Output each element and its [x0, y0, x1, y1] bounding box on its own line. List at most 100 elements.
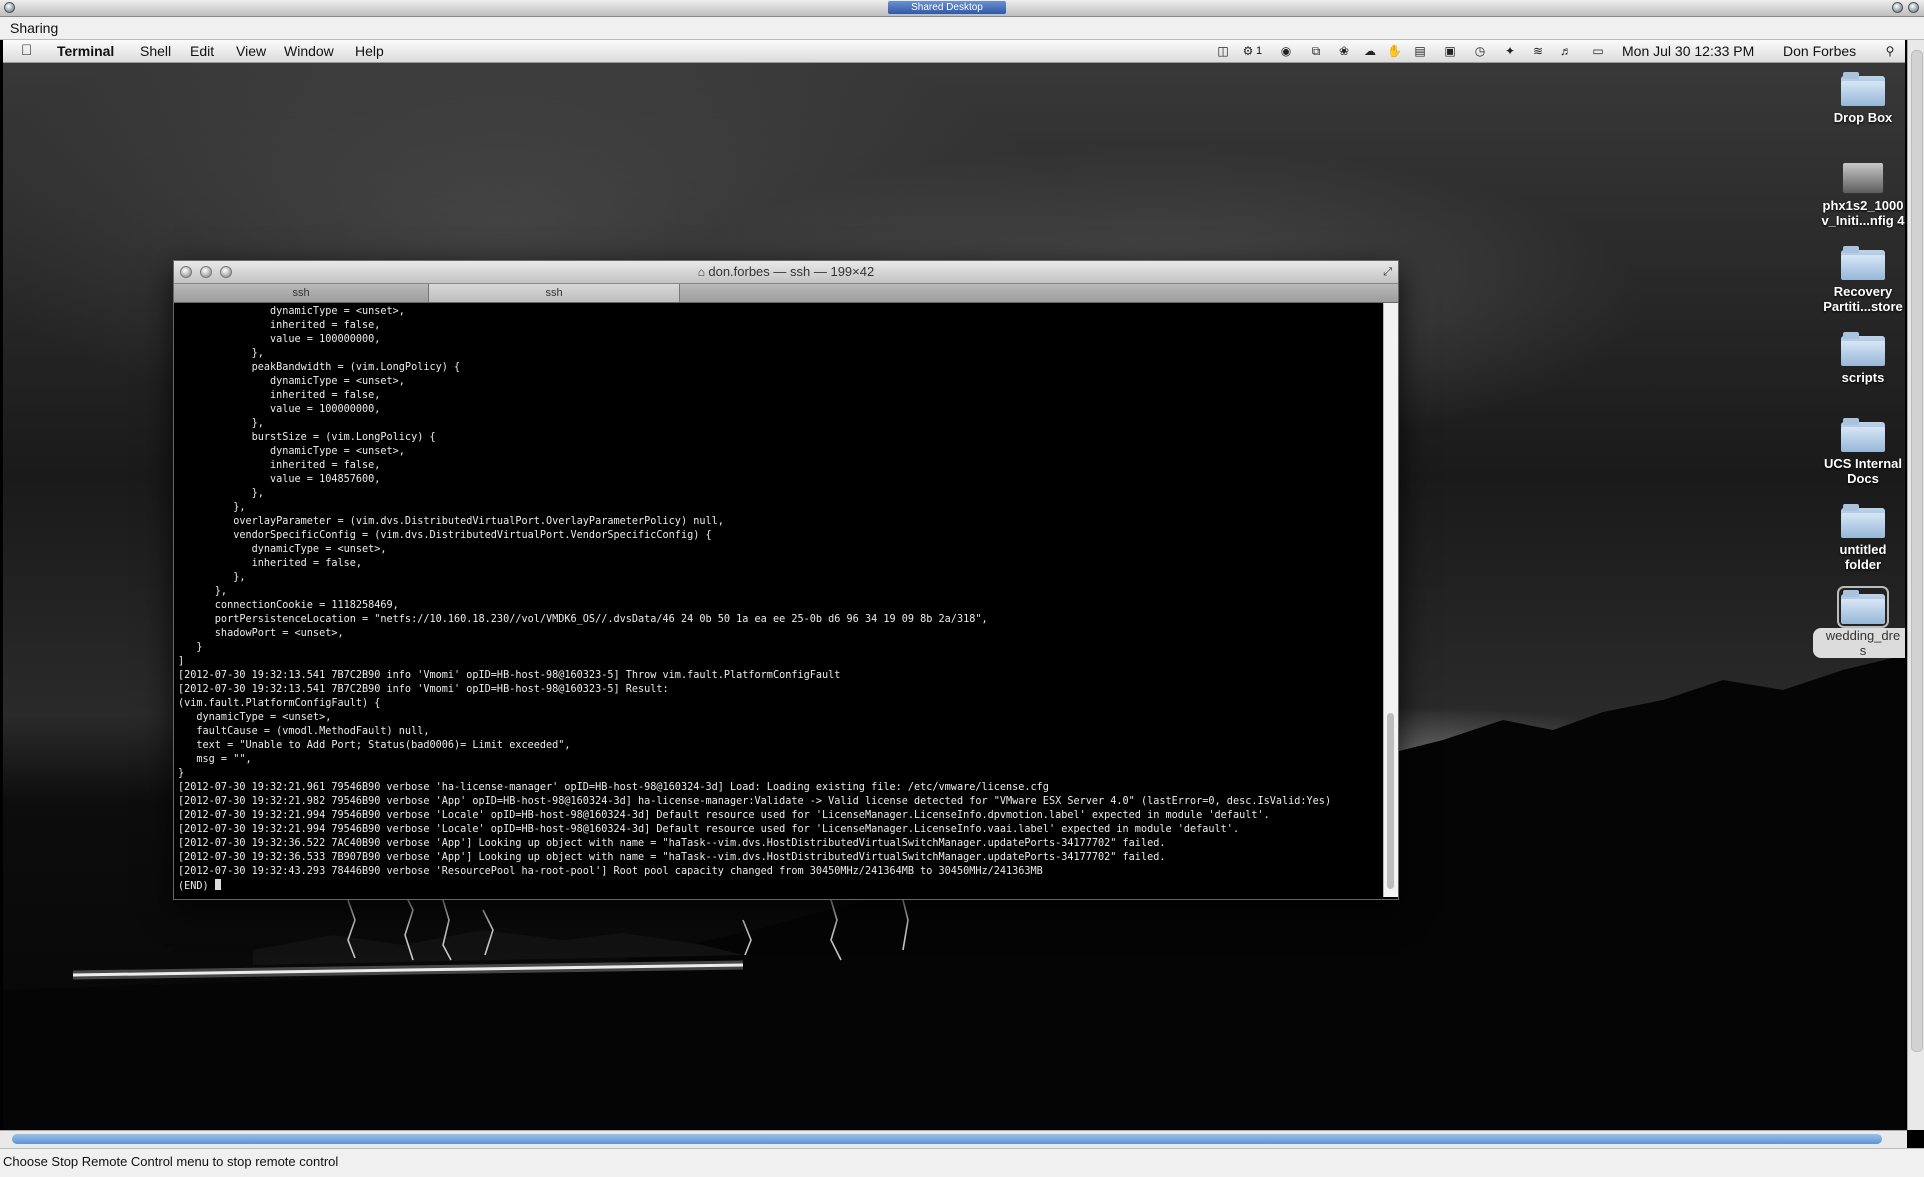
spotlight-search-icon[interactable]: ⚲	[1883, 44, 1897, 58]
terminal-line: inherited = false,	[178, 390, 381, 401]
terminal-line: dynamicType = <unset>,	[178, 712, 332, 723]
terminal-line: dynamicType = <unset>,	[178, 544, 387, 555]
status-bar: Choose Stop Remote Control menu to stop …	[0, 1148, 1924, 1177]
scroll-thumb[interactable]	[1911, 50, 1923, 1052]
desktop-item-label: phx1s2_1000 v_Initi...nfig 4	[1821, 198, 1905, 228]
terminal-line: overlayParameter = (vim.dvs.DistributedV…	[178, 516, 724, 527]
circle-icon[interactable]: ◉	[1279, 44, 1293, 58]
tab-ssh-2[interactable]: ssh	[429, 284, 680, 302]
desktop-item-ucs-docs[interactable]: UCS Internal Docs	[1813, 418, 1905, 486]
viewer-menu-bar: Sharing	[0, 17, 1924, 40]
cloud-icon[interactable]: ☁	[1363, 44, 1377, 58]
folder-icon	[1841, 418, 1885, 452]
menu-view[interactable]: View	[236, 40, 266, 62]
viewer-horizontal-scrollbar[interactable]	[0, 1130, 1907, 1148]
terminal-line: },	[178, 586, 228, 597]
terminal-line: (vim.fault.PlatformConfigFault) {	[178, 698, 381, 709]
desktop-item-recovery[interactable]: Recovery Partiti...store	[1813, 246, 1905, 314]
terminal-line: burstSize = (vim.LongPolicy) {	[178, 432, 436, 443]
menu-app-name[interactable]: Terminal	[57, 40, 114, 62]
terminal-line: }	[178, 768, 185, 779]
terminal-line: vendorSpecificConfig = (vim.dvs.Distribu…	[178, 530, 712, 541]
desktop-item-wedding[interactable]: wedding_dre s	[1813, 586, 1905, 658]
screen-icon[interactable]: ⧉	[1309, 44, 1323, 58]
viewer-vertical-scrollbar[interactable]	[1907, 40, 1924, 1130]
terminal-line: dynamicType = <unset>,	[178, 376, 405, 387]
terminal-line: dynamicType = <unset>,	[178, 446, 405, 457]
minimize-button[interactable]	[200, 266, 212, 278]
fullscreen-icon[interactable]: ⤢	[1383, 261, 1392, 283]
viewer-window-title: Shared Desktop	[888, 1, 1006, 14]
zoom-button[interactable]	[220, 266, 232, 278]
desktop-item-scripts[interactable]: scripts	[1813, 332, 1905, 385]
desktop-item-label: Recovery Partiti...store	[1823, 284, 1903, 314]
scroll-thumb[interactable]	[1387, 713, 1394, 889]
terminal-line: },	[178, 348, 264, 359]
time-machine-icon[interactable]: ◷	[1473, 44, 1487, 58]
mac-menu-bar:  Terminal Shell Edit View Window Help ◫…	[3, 40, 1905, 63]
terminal-line: [2012-07-30 19:32:13.541 7B7C2B90 info '…	[178, 670, 841, 681]
terminal-line: value = 104857600,	[178, 474, 381, 485]
menu-clock[interactable]: Mon Jul 30 12:33 PM	[1622, 40, 1754, 62]
terminal-line: ]	[178, 656, 185, 667]
menu-user[interactable]: Don Forbes	[1783, 40, 1856, 62]
menu-shell[interactable]: Shell	[140, 40, 171, 62]
folder-icon	[1837, 586, 1889, 628]
desktop-item-label: scripts	[1841, 370, 1885, 385]
terminal-line: [2012-07-30 19:32:21.961 79546B90 verbos…	[178, 782, 1049, 793]
terminal-line: [2012-07-30 19:32:21.982 79546B90 verbos…	[178, 796, 1332, 807]
desktop-item-label: UCS Internal Docs	[1823, 456, 1902, 486]
terminal-line: inherited = false,	[178, 460, 381, 471]
viewer-zoom-icon[interactable]	[1892, 2, 1903, 13]
folder-icon	[1841, 246, 1885, 280]
terminal-line: },	[178, 572, 246, 583]
desktop-item-drop-box[interactable]: Drop Box	[1813, 72, 1905, 125]
battery-strip-icon[interactable]: ▤	[1413, 44, 1427, 58]
terminal-line: },	[178, 418, 264, 429]
terminal-line: [2012-07-30 19:32:13.541 7B7C2B90 info '…	[178, 684, 669, 695]
viewer-title-bar: Shared Desktop	[0, 0, 1924, 17]
monitor-icon[interactable]: ▣	[1443, 44, 1457, 58]
menu-edit[interactable]: Edit	[190, 40, 214, 62]
home-icon: ⌂	[697, 265, 709, 279]
apple-icon[interactable]: 	[21, 40, 32, 62]
dropbox-icon[interactable]: ◫	[1216, 44, 1230, 58]
disk-image-icon	[1842, 162, 1884, 194]
terminal-line: peakBandwidth = (vim.LongPolicy) {	[178, 362, 461, 373]
volume-icon[interactable]: ♬	[1559, 44, 1573, 58]
terminal-line: [2012-07-30 19:32:21.994 79546B90 verbos…	[178, 810, 1270, 821]
terminal-line: portPersistenceLocation = "netfs://10.16…	[178, 614, 988, 625]
remote-desktop:  Terminal Shell Edit View Window Help ◫…	[3, 40, 1905, 1130]
terminal-title-bar[interactable]: ⌂ don.forbes — ssh — 199×42 ⤢	[174, 261, 1398, 284]
bluetooth-icon[interactable]: ✦	[1503, 44, 1517, 58]
terminal-line: [2012-07-30 19:32:43.293 78446B90 verbos…	[178, 866, 1043, 877]
terminal-line: shadowPort = <unset>,	[178, 628, 344, 639]
wifi-icon[interactable]: ≋	[1531, 44, 1545, 58]
menu-help[interactable]: Help	[355, 40, 384, 62]
folder-icon	[1841, 504, 1885, 538]
desktop-item-disk-image[interactable]: phx1s2_1000 v_Initi...nfig 4	[1813, 162, 1905, 228]
battery-icon[interactable]: ▭	[1589, 44, 1607, 58]
terminal-line: },	[178, 502, 246, 513]
text-cursor	[214, 879, 221, 890]
folder-icon	[1841, 72, 1885, 106]
viewer-close-icon[interactable]	[4, 2, 15, 13]
sharing-menu[interactable]: Sharing	[10, 20, 58, 36]
terminal-output[interactable]: dynamicType = <unset>, inherited = false…	[178, 305, 1374, 895]
terminal-line: msg = "",	[178, 754, 252, 765]
desktop-item-label: untitled folder	[1839, 542, 1887, 572]
hand-icon[interactable]: ✋	[1387, 44, 1402, 58]
desktop-item-untitled-folder[interactable]: untitled folder	[1813, 504, 1905, 572]
terminal-line: connectionCookie = 1118258469,	[178, 600, 399, 611]
close-button[interactable]	[180, 266, 192, 278]
scroll-thumb[interactable]	[12, 1134, 1882, 1144]
tab-ssh-1[interactable]: ssh	[174, 284, 429, 302]
terminal-scrollbar[interactable]	[1383, 303, 1398, 897]
paw-icon[interactable]: ❀	[1337, 44, 1351, 58]
terminal-window[interactable]: ⌂ don.forbes — ssh — 199×42 ⤢ ssh ssh dy…	[173, 260, 1399, 900]
menu-window[interactable]: Window	[284, 40, 334, 62]
gear-badge-icon[interactable]: ⚙	[1241, 44, 1255, 58]
viewer-maximize-icon[interactable]	[1908, 2, 1919, 13]
folder-icon	[1841, 332, 1885, 366]
terminal-line: [2012-07-30 19:32:36.533 7B907B90 verbos…	[178, 852, 1166, 863]
